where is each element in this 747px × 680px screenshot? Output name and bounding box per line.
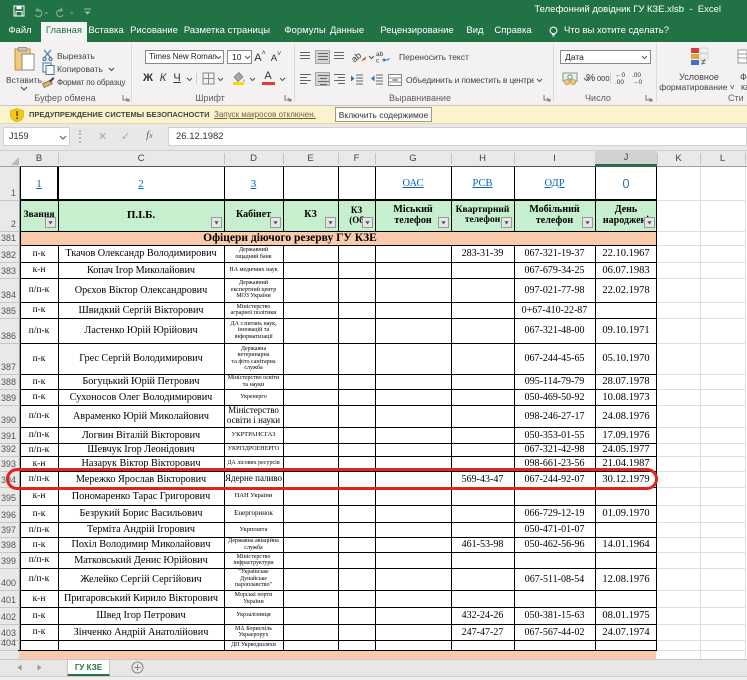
- svg-text:≠: ≠: [701, 57, 706, 67]
- svg-text:ab: ab: [352, 50, 363, 64]
- svg-text:c: c: [376, 58, 380, 64]
